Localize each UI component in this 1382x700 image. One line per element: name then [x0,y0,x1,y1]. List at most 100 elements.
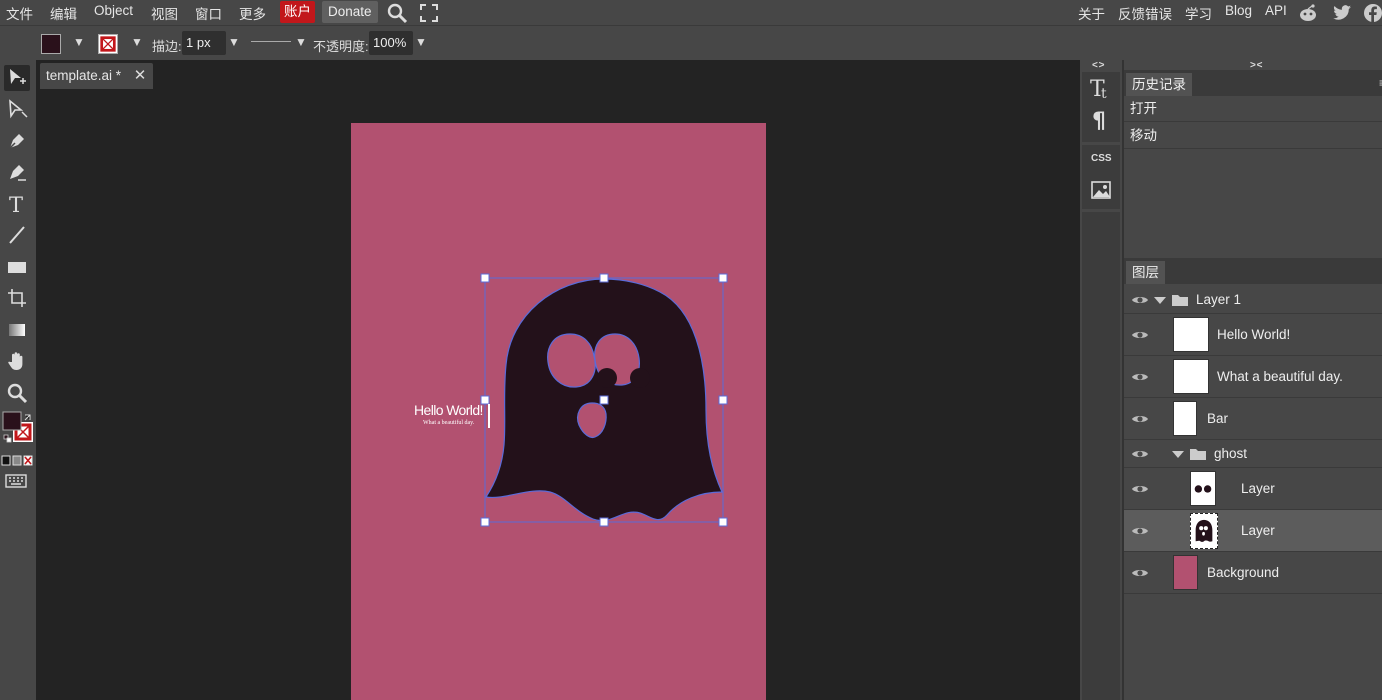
menu-more[interactable]: 更多 [239,3,266,23]
line-tool[interactable] [4,222,30,248]
donate-button[interactable]: Donate [322,1,378,23]
layer-name: Bar [1207,411,1229,426]
visibility-eye-icon[interactable] [1131,329,1149,341]
expand-caret-icon[interactable] [1172,451,1184,458]
layer-name: Layer [1241,481,1275,496]
hand-tool[interactable] [4,348,30,374]
pencil-tool[interactable] [4,159,30,185]
menu-object[interactable]: Object [94,3,133,18]
hand-icon [8,352,23,370]
stroke-width-dropdown-icon[interactable]: ▼ [228,35,240,49]
visibility-eye-icon[interactable] [1131,448,1149,460]
ghost-artwork[interactable] [400,265,740,535]
layer-row-background[interactable]: Background [1124,552,1382,594]
visibility-eye-icon[interactable] [1131,483,1149,495]
stroke-dropdown-icon[interactable]: ▼ [131,35,143,49]
collapse-left-toggle[interactable]: < > [1092,60,1105,71]
layer-name: What a beautiful day. [1217,369,1343,384]
search-icon[interactable] [386,2,408,24]
menu-about[interactable]: 关于 [1078,3,1105,23]
visibility-eye-icon[interactable] [1131,413,1149,425]
ghost-pupil-left [597,368,617,388]
css-image-panels-group: CSS [1082,145,1120,209]
css-panel-icon[interactable]: CSS [1091,153,1112,164]
expand-caret-icon[interactable] [1154,297,1166,304]
layer-name: Layer 1 [1196,292,1242,307]
gradient-icon [9,324,25,336]
direct-select-tool[interactable] [4,97,30,123]
keyboard-icon[interactable] [5,474,27,488]
visibility-eye-icon[interactable] [1131,525,1149,537]
image-icon[interactable] [1091,181,1111,199]
menu-account[interactable]: 账户 [280,1,315,23]
paragraph-icon[interactable]: ¶ [1091,108,1111,132]
layer-row-hello-world[interactable]: Hello World! [1124,314,1382,356]
fill-color-swatch[interactable] [41,34,61,54]
crop-tool[interactable] [4,285,30,311]
history-tab[interactable]: 历史记录 [1126,73,1192,96]
menu-edit[interactable]: 编辑 [50,3,77,23]
layer-thumbnail [1190,513,1218,549]
layer-thumbnail [1173,359,1209,394]
menu-window[interactable]: 窗口 [195,3,222,23]
stroke-label: 描边: [152,39,182,54]
artboard-bar[interactable] [488,404,490,428]
artboard-subtitle-text[interactable]: What a beautiful day. [423,420,474,426]
line-style-preview[interactable] [251,41,291,42]
zoom-icon [7,383,28,404]
opacity-input[interactable]: 100% [369,31,413,55]
stroke-width-input[interactable]: 1 px [182,31,226,55]
layers-tab[interactable]: 图层 [1126,261,1165,284]
menu-feedback[interactable]: 反馈错误 [1118,3,1172,23]
typography-icon[interactable]: T t [1090,76,1112,100]
crop-icon [8,289,26,307]
line-style-dropdown-icon[interactable]: ▼ [295,35,307,49]
opacity-label: 不透明度: [313,39,369,54]
history-item-open[interactable]: 打开 [1124,96,1382,122]
opacity-dropdown-icon[interactable]: ▼ [415,35,427,49]
menu-file[interactable]: 文件 [6,3,33,23]
visibility-eye-icon[interactable] [1131,294,1149,306]
twitter-icon[interactable] [1331,2,1353,24]
pencil-icon [10,165,26,181]
layer-name: Hello World! [1217,327,1291,342]
color-mode-icons[interactable] [1,455,33,467]
reddit-icon[interactable] [1297,2,1319,24]
facebook-icon[interactable] [1362,2,1382,24]
layer-row-ghost-body[interactable]: Layer [1124,510,1382,552]
rectangle-tool[interactable] [4,254,30,280]
layer-row-layer-1[interactable]: Layer 1 [1124,286,1382,314]
menu-blog[interactable]: Blog [1225,3,1252,18]
document-tab[interactable]: template.ai * ✕ [40,63,154,89]
visibility-eye-icon[interactable] [1131,371,1149,383]
visibility-eye-icon[interactable] [1131,567,1149,579]
svg-text:t: t [1101,86,1107,100]
layer-row-ghost[interactable]: ghost [1124,440,1382,468]
layers-panel-header: 图层 [1124,258,1382,284]
layer-row-eyes[interactable]: Layer [1124,468,1382,510]
artboard-title-text[interactable]: Hello World! [414,402,483,418]
folder-icon [1190,449,1206,460]
options-bar: ▼ ▼ 描边: 1 px ▼ ▼ 不透明度: 100% ▼ [0,26,1382,60]
fullscreen-icon[interactable] [418,2,440,24]
menu-view[interactable]: 视图 [151,3,178,23]
stroke-color-swatch[interactable] [98,34,118,54]
pen-tool[interactable] [4,128,30,154]
layer-thumbnail [1173,401,1197,436]
type-tool[interactable]: T [4,191,30,217]
document-tab-title: template.ai * [46,68,122,83]
history-item-move[interactable]: 移动 [1124,123,1382,149]
select-tool[interactable] [4,65,30,91]
layer-thumbnail [1173,555,1198,590]
layer-row-subtitle[interactable]: What a beautiful day. [1124,356,1382,398]
pen-icon [8,134,24,150]
fill-dropdown-icon[interactable]: ▼ [73,35,85,49]
zoom-tool[interactable] [4,380,30,406]
direct-select-icon [9,99,28,119]
gradient-tool[interactable] [4,317,30,343]
color-swatches-icon[interactable] [2,411,34,447]
close-tab-icon[interactable]: ✕ [133,63,147,89]
layer-row-bar[interactable]: Bar [1124,398,1382,440]
menu-learn[interactable]: 学习 [1185,3,1212,23]
menu-api[interactable]: API [1265,3,1287,18]
